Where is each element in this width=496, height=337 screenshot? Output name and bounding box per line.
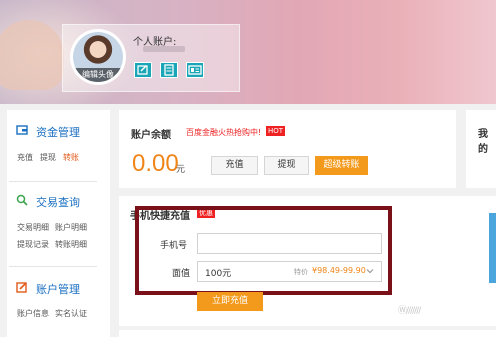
- sidebar-divider: [9, 181, 97, 182]
- wallet-icon: [16, 124, 28, 139]
- sidebar-section-account[interactable]: 账户管理: [36, 281, 80, 297]
- my-card: 我的: [466, 110, 496, 188]
- calculator-icon[interactable]: [160, 62, 178, 78]
- edit-icon[interactable]: [134, 62, 152, 78]
- edit-avatar-button[interactable]: 编辑头像: [73, 68, 123, 82]
- sidebar-link-transaction-details[interactable]: 交易明细: [17, 222, 49, 233]
- sidebar-link-withdraw-records[interactable]: 提现记录: [17, 239, 49, 250]
- balance-title: 账户余额: [131, 130, 171, 141]
- banner-hand-graphic: [0, 20, 64, 90]
- balance-card: 账户余额 百度金融火热抢购中! HOT 0.00 元 充值 提现 超级转账: [119, 110, 456, 188]
- sidebar-link-verification[interactable]: 实名认证: [55, 308, 87, 319]
- special-price-label: 特价: [294, 268, 308, 276]
- sidebar-divider: [9, 266, 97, 267]
- sidebar-link-transfer-details[interactable]: 转账明细: [55, 239, 87, 250]
- id-card-icon[interactable]: [186, 62, 204, 78]
- sidebar-section-transactions[interactable]: 交易查询: [36, 194, 80, 210]
- next-card-edge: [119, 330, 496, 337]
- side-ad-banner[interactable]: [489, 213, 496, 283]
- submit-recharge-button[interactable]: 立即充值: [197, 292, 263, 311]
- my-card-title: 我的: [478, 129, 488, 155]
- sidebar-link-recharge[interactable]: 充值: [17, 152, 33, 163]
- face-value-select[interactable]: 100元 特价 ¥98.49-99.90: [197, 261, 382, 282]
- edit-icon: [16, 281, 28, 296]
- phone-input[interactable]: [197, 233, 382, 254]
- watermark: Ⓦ///////: [398, 306, 421, 316]
- hot-badge: HOT: [266, 126, 286, 136]
- account-name-blurred: [143, 46, 185, 52]
- search-icon: [16, 194, 28, 209]
- sidebar-link-account-info[interactable]: 账户信息: [17, 308, 49, 319]
- sidebar-link-withdraw[interactable]: 提现: [40, 152, 56, 163]
- sidebar-link-transfer[interactable]: 转账: [63, 152, 79, 163]
- promo-link[interactable]: 百度金融火热抢购中!: [186, 127, 261, 138]
- chevron-down-icon: [365, 266, 375, 279]
- sidebar-link-account-details[interactable]: 账户明细: [55, 222, 87, 233]
- face-value-label: 面值: [172, 269, 191, 279]
- phone-label: 手机号: [160, 241, 188, 251]
- super-transfer-button[interactable]: 超级转账: [315, 156, 368, 175]
- recharge-button[interactable]: 充值: [211, 156, 258, 175]
- balance-unit: 元: [176, 165, 186, 175]
- special-price: ¥98.49-99.90: [312, 266, 366, 275]
- avatar[interactable]: 编辑头像: [73, 32, 123, 82]
- withdraw-button[interactable]: 提现: [264, 156, 309, 175]
- face-value-selected: 100元: [205, 269, 232, 279]
- balance-amount: 0.00: [132, 150, 179, 177]
- sidebar-section-funds[interactable]: 资金管理: [36, 124, 80, 140]
